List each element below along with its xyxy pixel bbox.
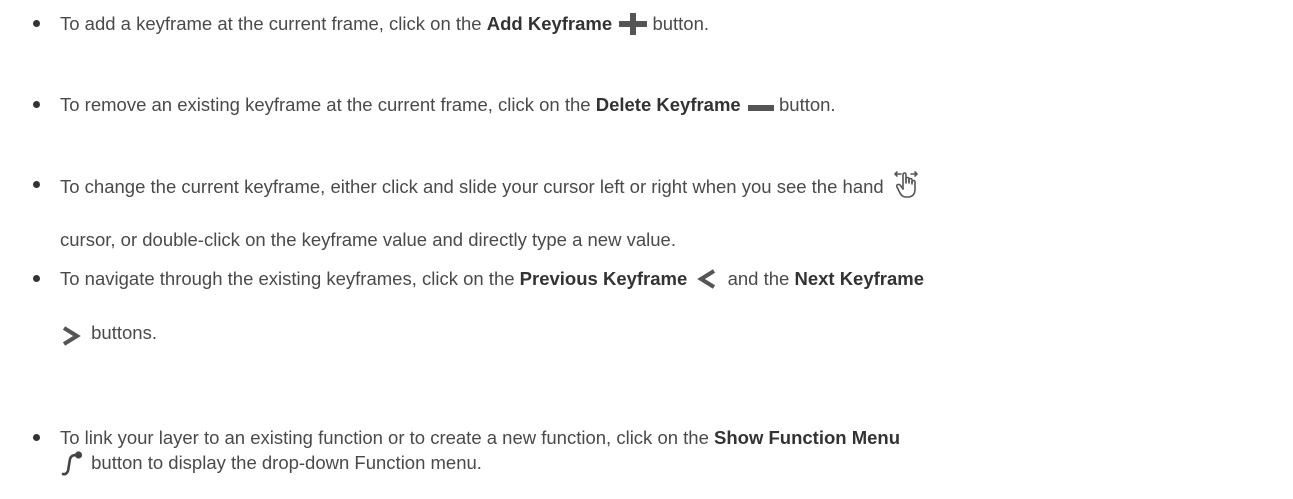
bullet [33, 101, 40, 108]
item-text: To add a keyframe at the current frame, … [60, 13, 487, 34]
delete-keyframe-label: Delete Keyframe [595, 94, 741, 115]
chevron-right-icon [60, 325, 82, 347]
item-text: buttons. [86, 322, 157, 343]
item-text: To link your layer to an existing functi… [60, 427, 715, 448]
item-text: button to display the drop-down Function… [86, 452, 482, 473]
list-item-add-keyframe: To add a keyframe at the current frame, … [60, 12, 709, 37]
item-text: cursor, or double-click on the keyframe … [60, 229, 676, 250]
plus-icon [619, 11, 648, 36]
list-item-delete-keyframe: To remove an existing keyframe at the cu… [60, 93, 836, 117]
list-item-change-keyframe-continued: cursor, or double-click on the keyframe … [60, 228, 676, 252]
bullet [33, 275, 40, 282]
previous-keyframe-label: Previous Keyframe [519, 268, 688, 289]
show-function-menu-label: Show Function Menu [714, 427, 901, 448]
bullet [33, 434, 40, 441]
bullet [33, 20, 40, 27]
item-text: and the [722, 268, 795, 289]
item-text: To navigate through the existing keyfram… [60, 268, 520, 289]
item-text: To change the current keyframe, either c… [60, 175, 884, 197]
item-text: To remove an existing keyframe at the cu… [60, 94, 596, 115]
minus-icon [747, 103, 774, 113]
list-item-show-function-menu-continued: button to display the drop-down Function… [60, 451, 482, 477]
item-text: button. [647, 13, 710, 34]
function-curve-icon [60, 451, 84, 477]
list-item-navigate-keyframes: To navigate through the existing keyfram… [60, 267, 924, 291]
add-keyframe-label: Add Keyframe [486, 13, 613, 34]
chevron-left-icon [696, 268, 718, 290]
list-item-navigate-keyframes-continued: buttons. [60, 321, 157, 347]
bullet [33, 181, 40, 188]
list-item-change-keyframe: To change the current keyframe, either c… [60, 171, 919, 203]
list-item-show-function-menu: To link your layer to an existing functi… [60, 426, 900, 450]
item-text: button. [773, 94, 836, 115]
next-keyframe-label: Next Keyframe [794, 268, 925, 289]
hand-cursor-icon [893, 169, 919, 199]
documentation-bullet-list: To add a keyframe at the current frame, … [0, 0, 1293, 499]
